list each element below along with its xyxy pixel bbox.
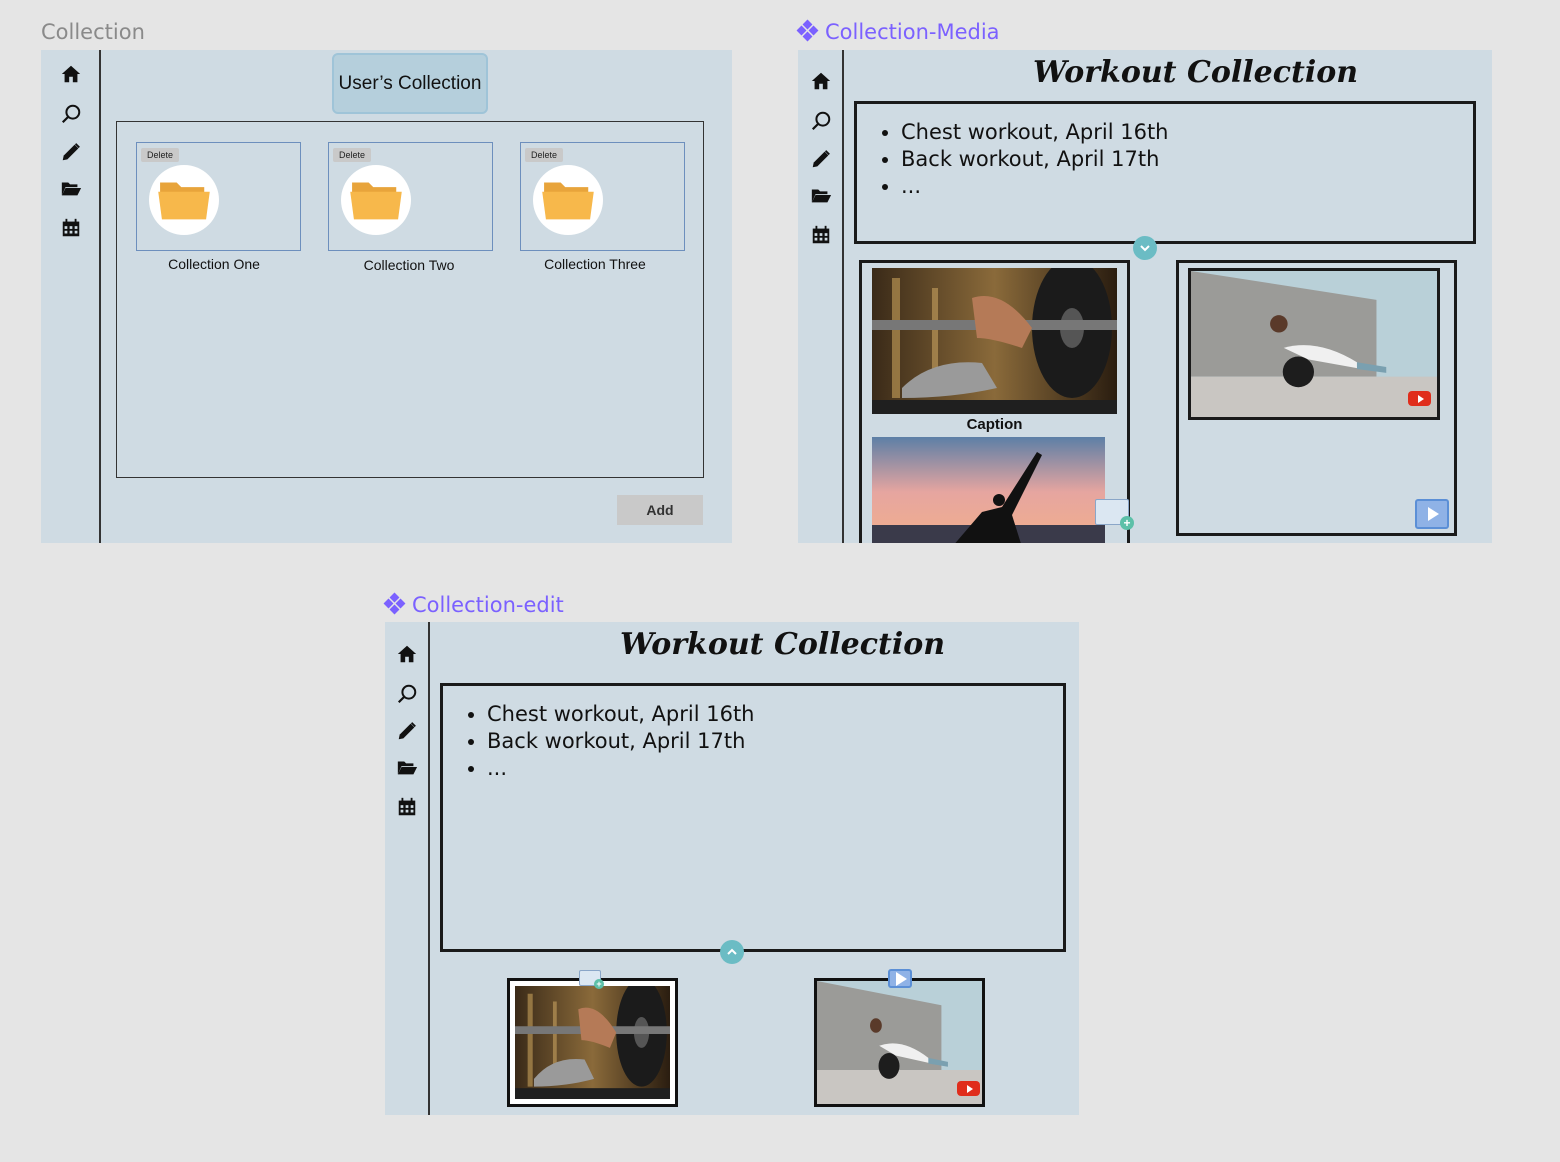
note-item: Chest workout, April 16th (487, 701, 1063, 728)
search-icon[interactable] (59, 102, 83, 126)
folder-open-icon[interactable] (59, 176, 83, 200)
sidebar (798, 50, 844, 543)
expand-chevron-down-icon[interactable] (1133, 236, 1157, 260)
component-icon (383, 592, 406, 615)
collection-card-three[interactable]: Delete (520, 142, 685, 251)
notes-box[interactable]: Chest workout, April 16th Back workout, … (854, 101, 1476, 244)
collection-name: Collection Two (363, 257, 455, 273)
pushup-video-thumbnail-edit[interactable] (814, 978, 985, 1107)
search-icon[interactable] (809, 109, 833, 133)
note-item: Chest workout, April 16th (901, 119, 1473, 146)
folder-icon (533, 165, 603, 235)
collection-grid: Delete Collection One Delete Collection … (116, 121, 704, 478)
add-video-icon[interactable] (1415, 499, 1449, 529)
collection-edit-frame: Workout Collection Chest workout, April … (385, 622, 1079, 1115)
home-icon[interactable] (59, 62, 83, 86)
weightlifting-photo-edit[interactable] (507, 978, 678, 1107)
collection-media-frame: Workout Collection Chest workout, April … (798, 50, 1492, 543)
pencil-icon[interactable] (809, 147, 833, 171)
image-media-panel: Caption + (859, 260, 1134, 543)
users-collection-button[interactable]: User’s Collection (332, 53, 488, 114)
folder-icon (341, 165, 411, 235)
page-title: Workout Collection (620, 627, 946, 662)
frame-label-collection-media: Collection-Media (796, 19, 1000, 44)
frame-label-collection-edit: Collection-edit (383, 592, 564, 617)
calendar-icon[interactable] (395, 795, 419, 819)
page-title: Workout Collection (1033, 55, 1359, 90)
folder-icon (149, 165, 219, 235)
notes-editor[interactable]: Chest workout, April 16th Back workout, … (440, 683, 1066, 952)
component-icon (796, 19, 819, 42)
youtube-icon[interactable] (1408, 391, 1431, 406)
collection-card-one[interactable]: Delete (136, 142, 301, 251)
collection-card-two[interactable]: Delete (328, 142, 493, 251)
add-image-icon[interactable]: + (579, 970, 604, 989)
pencil-icon[interactable] (59, 140, 83, 164)
media-caption[interactable]: Caption (872, 416, 1117, 433)
add-button[interactable]: Add (617, 495, 703, 525)
sidebar (385, 622, 430, 1115)
note-item: ... (901, 173, 1473, 200)
collection-frame: User’s Collection Delete Collection One … (41, 50, 732, 543)
collection-name: Collection One (168, 256, 260, 272)
home-icon[interactable] (809, 69, 833, 93)
folder-open-icon[interactable] (809, 183, 833, 207)
add-video-icon[interactable] (888, 969, 912, 988)
pencil-icon[interactable] (395, 719, 419, 743)
delete-button[interactable]: Delete (141, 148, 180, 162)
note-item: Back workout, April 17th (487, 728, 1063, 755)
sidebar (41, 50, 101, 543)
note-item: ... (487, 755, 1063, 782)
collapse-chevron-up-icon[interactable] (720, 940, 744, 964)
youtube-icon[interactable] (957, 1081, 980, 1096)
add-image-icon[interactable]: + (1095, 499, 1134, 530)
folder-open-icon[interactable] (395, 755, 419, 779)
calendar-icon[interactable] (809, 223, 833, 247)
calendar-icon[interactable] (59, 216, 83, 240)
note-item: Back workout, April 17th (901, 146, 1473, 173)
delete-button[interactable]: Delete (525, 148, 564, 162)
video-media-panel (1176, 260, 1457, 536)
pushup-video-thumbnail[interactable] (1188, 268, 1440, 420)
search-icon[interactable] (395, 682, 419, 706)
home-icon[interactable] (395, 642, 419, 666)
delete-button[interactable]: Delete (333, 148, 372, 162)
yoga-sunset-photo[interactable] (872, 437, 1105, 543)
frame-label-collection: Collection (41, 20, 145, 44)
weightlifting-photo[interactable] (872, 268, 1117, 414)
collection-name: Collection Three (544, 256, 646, 272)
